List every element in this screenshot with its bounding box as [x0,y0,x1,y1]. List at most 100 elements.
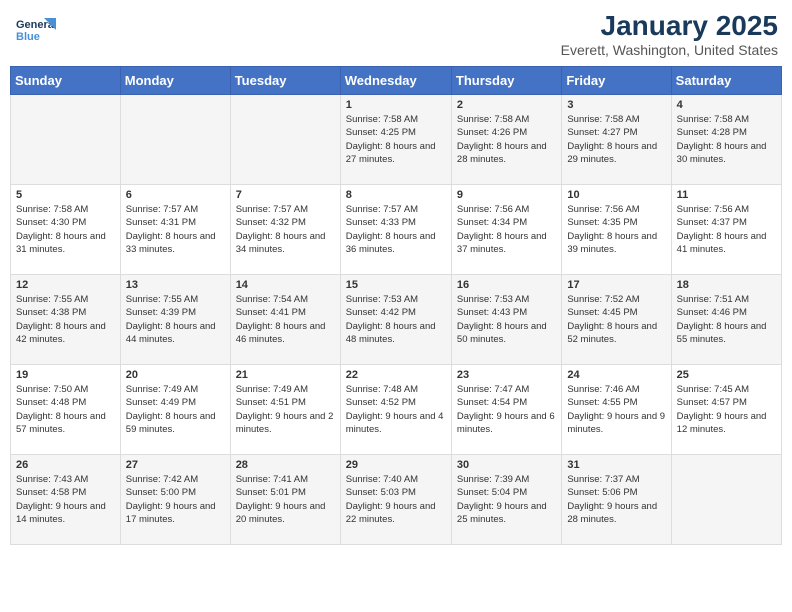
calendar-day-cell: 5 Sunrise: 7:58 AM Sunset: 4:30 PM Daylig… [11,185,121,275]
day-number: 30 [457,459,556,471]
day-info: Sunrise: 7:56 AM Sunset: 4:34 PM Dayligh… [457,203,556,256]
day-number: 26 [16,459,115,471]
day-number: 6 [126,189,225,201]
calendar-day-cell [230,95,340,185]
day-info: Sunrise: 7:41 AM Sunset: 5:01 PM Dayligh… [236,473,335,526]
day-number: 25 [677,369,776,381]
day-number: 9 [457,189,556,201]
calendar-week-row: 19Sunrise: 7:50 AM Sunset: 4:48 PM Dayli… [11,365,782,455]
day-number: 22 [346,369,446,381]
calendar-week-row: 26 Sunrise: 7:43 AM Sunset: 4:58 PM Dayli… [11,455,782,545]
day-number: 12 [16,279,115,291]
day-info: Sunrise: 7:56 AM Sunset: 4:37 PM Dayligh… [677,203,776,256]
day-number: 13 [126,279,225,291]
calendar-day-cell: 26 Sunrise: 7:43 AM Sunset: 4:58 PM Dayli… [11,455,121,545]
calendar-day-cell: 18 Sunrise: 7:51 AM Sunset: 4:46 PM Dayli… [671,275,781,365]
calendar-day-cell: 2Sunrise: 7:58 AM Sunset: 4:26 PM Daylig… [451,95,561,185]
calendar-week-row: 1Sunrise: 7:58 AM Sunset: 4:25 PM Daylig… [11,95,782,185]
calendar-week-row: 12 Sunrise: 7:55 AM Sunset: 4:38 PM Dayli… [11,275,782,365]
calendar-day-cell: 27Sunrise: 7:42 AM Sunset: 5:00 PM Dayli… [120,455,230,545]
day-info: Sunrise: 7:52 AM Sunset: 4:45 PM Dayligh… [567,293,665,346]
day-info: Sunrise: 7:49 AM Sunset: 4:49 PM Dayligh… [126,383,225,436]
day-info: Sunrise: 7:46 AM Sunset: 4:55 PM Dayligh… [567,383,665,436]
calendar-day-cell: 12 Sunrise: 7:55 AM Sunset: 4:38 PM Dayli… [11,275,121,365]
location-title: Everett, Washington, United States [561,42,778,58]
calendar-day-cell: 19Sunrise: 7:50 AM Sunset: 4:48 PM Dayli… [11,365,121,455]
day-info: Sunrise: 7:55 AM Sunset: 4:39 PM Dayligh… [126,293,225,346]
day-info: Sunrise: 7:43 AM Sunset: 4:58 PM Dayligh… [16,473,115,526]
day-info: Sunrise: 7:57 AM Sunset: 4:33 PM Dayligh… [346,203,446,256]
day-info: Sunrise: 7:51 AM Sunset: 4:46 PM Dayligh… [677,293,776,346]
calendar-day-cell [11,95,121,185]
day-info: Sunrise: 7:54 AM Sunset: 4:41 PM Dayligh… [236,293,335,346]
day-info: Sunrise: 7:53 AM Sunset: 4:42 PM Dayligh… [346,293,446,346]
day-number: 7 [236,189,335,201]
day-number: 11 [677,189,776,201]
day-number: 14 [236,279,335,291]
day-number: 17 [567,279,665,291]
calendar-day-cell: 29 Sunrise: 7:40 AM Sunset: 5:03 PM Dayli… [340,455,451,545]
day-number: 21 [236,369,335,381]
day-number: 20 [126,369,225,381]
day-info: Sunrise: 7:58 AM Sunset: 4:27 PM Dayligh… [567,113,665,166]
day-info: Sunrise: 7:58 AM Sunset: 4:30 PM Dayligh… [16,203,115,256]
calendar-table: SundayMondayTuesdayWednesdayThursdayFrid… [10,66,782,545]
day-info: Sunrise: 7:57 AM Sunset: 4:32 PM Dayligh… [236,203,335,256]
day-info: Sunrise: 7:58 AM Sunset: 4:28 PM Dayligh… [677,113,776,166]
calendar-day-cell: 1Sunrise: 7:58 AM Sunset: 4:25 PM Daylig… [340,95,451,185]
day-info: Sunrise: 7:55 AM Sunset: 4:38 PM Dayligh… [16,293,115,346]
calendar-day-cell: 8 Sunrise: 7:57 AM Sunset: 4:33 PM Daylig… [340,185,451,275]
calendar-day-cell: 28 Sunrise: 7:41 AM Sunset: 5:01 PM Dayli… [230,455,340,545]
day-info: Sunrise: 7:49 AM Sunset: 4:51 PM Dayligh… [236,383,335,436]
day-number: 31 [567,459,665,471]
title-section: January 2025 Everett, Washington, United… [561,10,778,58]
day-number: 16 [457,279,556,291]
day-number: 10 [567,189,665,201]
day-info: Sunrise: 7:58 AM Sunset: 4:26 PM Dayligh… [457,113,556,166]
calendar-day-cell: 11 Sunrise: 7:56 AM Sunset: 4:37 PM Dayli… [671,185,781,275]
calendar-day-cell: 10 Sunrise: 7:56 AM Sunset: 4:35 PM Dayli… [562,185,671,275]
calendar-day-cell: 15 Sunrise: 7:53 AM Sunset: 4:42 PM Dayli… [340,275,451,365]
logo-graphic: General Blue [14,10,56,57]
day-number: 4 [677,99,776,111]
day-info: Sunrise: 7:39 AM Sunset: 5:04 PM Dayligh… [457,473,556,526]
day-number: 23 [457,369,556,381]
day-of-week-header: Tuesday [230,67,340,95]
logo: General Blue [14,10,56,57]
calendar-day-cell: 4 Sunrise: 7:58 AM Sunset: 4:28 PM Daylig… [671,95,781,185]
page-header: General Blue January 2025 Everett, Washi… [10,10,782,58]
day-number: 3 [567,99,665,111]
day-of-week-header: Thursday [451,67,561,95]
day-info: Sunrise: 7:45 AM Sunset: 4:57 PM Dayligh… [677,383,776,436]
day-info: Sunrise: 7:50 AM Sunset: 4:48 PM Dayligh… [16,383,115,436]
day-info: Sunrise: 7:40 AM Sunset: 5:03 PM Dayligh… [346,473,446,526]
calendar-day-cell: 24 Sunrise: 7:46 AM Sunset: 4:55 PM Dayli… [562,365,671,455]
month-title: January 2025 [561,10,778,42]
calendar-day-cell: 6 Sunrise: 7:57 AM Sunset: 4:31 PM Daylig… [120,185,230,275]
calendar-day-cell: 22 Sunrise: 7:48 AM Sunset: 4:52 PM Dayli… [340,365,451,455]
day-number: 24 [567,369,665,381]
day-of-week-header: Monday [120,67,230,95]
calendar-day-cell: 14 Sunrise: 7:54 AM Sunset: 4:41 PM Dayli… [230,275,340,365]
day-number: 18 [677,279,776,291]
day-number: 5 [16,189,115,201]
day-number: 1 [346,99,446,111]
day-info: Sunrise: 7:47 AM Sunset: 4:54 PM Dayligh… [457,383,556,436]
day-number: 28 [236,459,335,471]
day-info: Sunrise: 7:48 AM Sunset: 4:52 PM Dayligh… [346,383,446,436]
calendar-day-cell: 3 Sunrise: 7:58 AM Sunset: 4:27 PM Daylig… [562,95,671,185]
day-info: Sunrise: 7:53 AM Sunset: 4:43 PM Dayligh… [457,293,556,346]
calendar-week-row: 5 Sunrise: 7:58 AM Sunset: 4:30 PM Daylig… [11,185,782,275]
calendar-day-cell: 31 Sunrise: 7:37 AM Sunset: 5:06 PM Dayli… [562,455,671,545]
day-of-week-header: Friday [562,67,671,95]
day-number: 15 [346,279,446,291]
day-info: Sunrise: 7:37 AM Sunset: 5:06 PM Dayligh… [567,473,665,526]
day-of-week-header: Sunday [11,67,121,95]
day-info: Sunrise: 7:56 AM Sunset: 4:35 PM Dayligh… [567,203,665,256]
svg-text:Blue: Blue [16,31,40,43]
day-number: 29 [346,459,446,471]
day-info: Sunrise: 7:57 AM Sunset: 4:31 PM Dayligh… [126,203,225,256]
day-number: 8 [346,189,446,201]
calendar-day-cell: 16 Sunrise: 7:53 AM Sunset: 4:43 PM Dayli… [451,275,561,365]
calendar-header-row: SundayMondayTuesdayWednesdayThursdayFrid… [11,67,782,95]
